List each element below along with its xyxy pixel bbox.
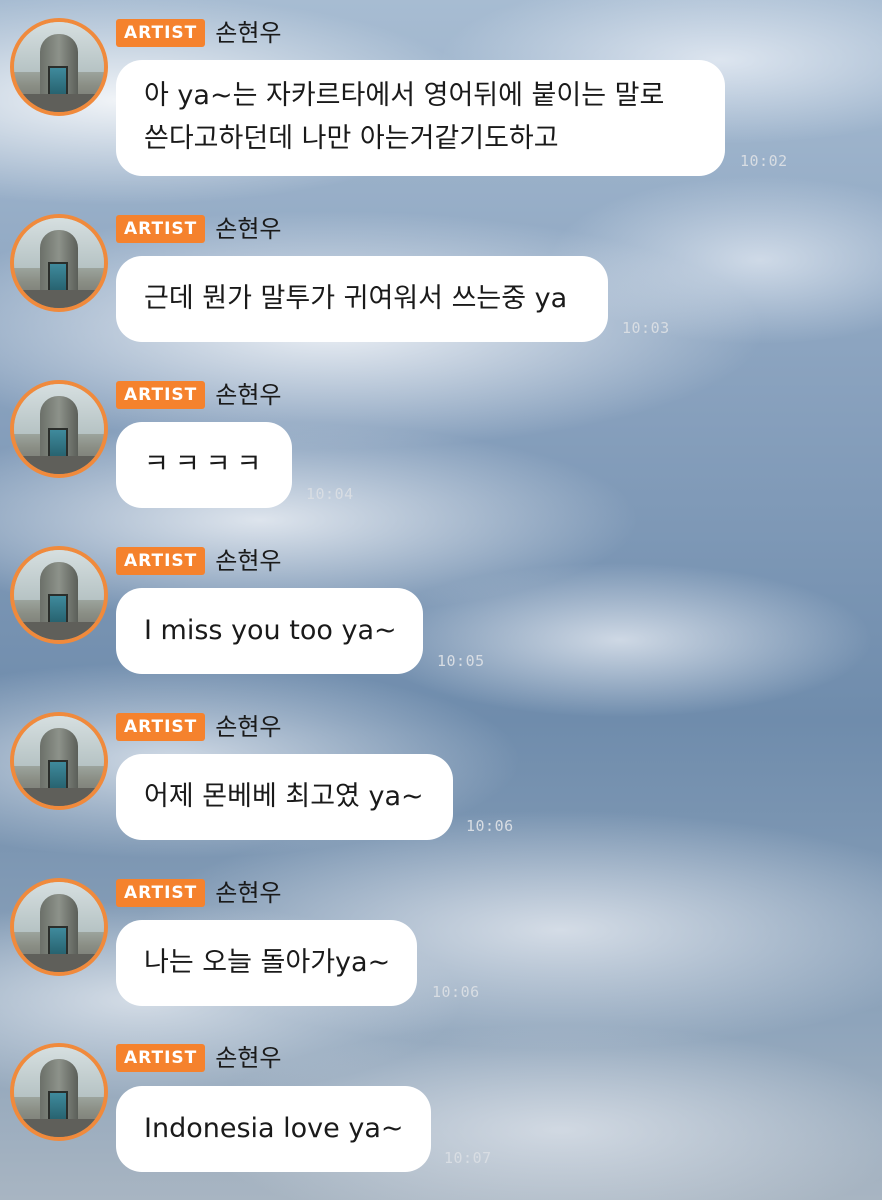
message-time: 10:06 [432, 983, 480, 1001]
message-bubble[interactable]: 어제 몬베베 최고였 ya~ [116, 754, 453, 840]
message-time: 10:05 [437, 652, 485, 670]
message-bubble[interactable]: 아 ya~는 자카르타에서 영어뒤에 붙이는 말로 쓴다고하던데 나만 아는거같… [116, 60, 725, 176]
message-text-line: 어제 몬베베 최고였 ya~ [144, 781, 424, 812]
message-text-line: 아 ya~는 자카르타에서 영어뒤에 붙이는 말로 [144, 80, 665, 111]
avatar[interactable] [10, 1043, 108, 1141]
message-text-line: 나는 오늘 돌아가ya~ [144, 947, 391, 978]
avatar[interactable] [10, 546, 108, 644]
artist-badge: ARTIST [116, 215, 206, 243]
message-bubble[interactable]: 나는 오늘 돌아가ya~ [116, 920, 417, 1006]
sender-name[interactable]: 손현우 [215, 1043, 281, 1073]
artist-badge: ARTIST [116, 713, 206, 741]
message-header: ARTIST 손현우 [116, 380, 282, 410]
message-time: 10:07 [444, 1149, 492, 1167]
artist-badge: ARTIST [116, 19, 206, 47]
sender-name[interactable]: 손현우 [215, 878, 281, 908]
message-text-line: 쓴다고하던데 나만 아는거같기도하고 [144, 123, 559, 154]
avatar[interactable] [10, 214, 108, 312]
message-bubble[interactable]: Indonesia love ya~ [116, 1086, 431, 1172]
message-header: ARTIST 손현우 [116, 546, 282, 576]
message-time: 10:04 [306, 485, 354, 503]
avatar[interactable] [10, 712, 108, 810]
avatar[interactable] [10, 380, 108, 478]
sender-name[interactable]: 손현우 [215, 214, 281, 244]
message-text-line: Indonesia love ya~ [144, 1113, 404, 1144]
message-header: ARTIST 손현우 [116, 878, 282, 908]
sender-name[interactable]: 손현우 [215, 712, 281, 742]
artist-badge: ARTIST [116, 879, 206, 907]
artist-badge: ARTIST [116, 547, 206, 575]
message-text-line: 근데 뭔가 말투가 귀여워서 쓰는중 ya [144, 283, 568, 314]
message-text-line: ㅋㅋㅋㅋ [144, 449, 268, 480]
message-header: ARTIST 손현우 [116, 712, 282, 742]
avatar[interactable] [10, 18, 108, 116]
sender-name[interactable]: 손현우 [215, 546, 281, 576]
message-time: 10:06 [466, 817, 514, 835]
message-header: ARTIST 손현우 [116, 18, 282, 48]
sender-name[interactable]: 손현우 [215, 18, 281, 48]
message-time: 10:03 [622, 319, 670, 337]
message-bubble[interactable]: 근데 뭔가 말투가 귀여워서 쓰는중 ya [116, 256, 608, 342]
message-text-line: I miss you too ya~ [144, 615, 397, 646]
avatar[interactable] [10, 878, 108, 976]
sender-name[interactable]: 손현우 [215, 380, 281, 410]
message-header: ARTIST 손현우 [116, 214, 282, 244]
artist-badge: ARTIST [116, 381, 206, 409]
artist-badge: ARTIST [116, 1044, 206, 1072]
message-bubble[interactable]: I miss you too ya~ [116, 588, 423, 674]
message-bubble[interactable]: ㅋㅋㅋㅋ [116, 422, 292, 508]
message-header: ARTIST 손현우 [116, 1043, 282, 1073]
message-time: 10:02 [740, 152, 788, 170]
